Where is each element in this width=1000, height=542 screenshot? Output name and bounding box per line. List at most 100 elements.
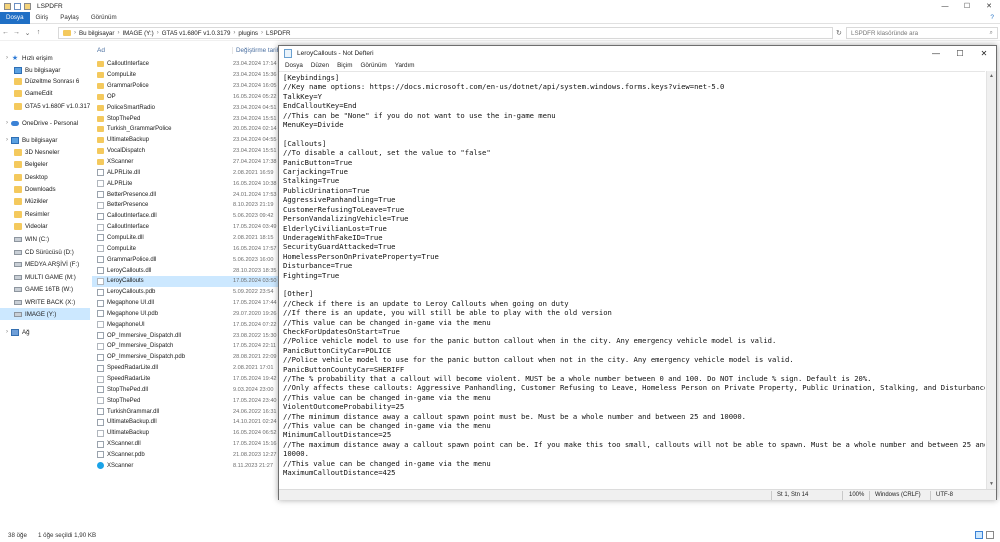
close-button[interactable]: ✕ xyxy=(978,0,1000,12)
sidebar-item[interactable]: GameEdit xyxy=(0,87,53,99)
breadcrumb-item[interactable]: plugins xyxy=(238,30,258,37)
file-row[interactable]: BetterPresence.dll 24.01.2024 17:53 xyxy=(92,189,282,200)
file-row[interactable]: OP_Immersive_Dispatch 17.05.2024 22:11 xyxy=(92,341,282,352)
file-row[interactable]: Megaphone UI.pdb 29.07.2020 19:26 xyxy=(92,309,282,320)
sidebar-item[interactable]: › ★ Hızlı erişim xyxy=(0,52,53,64)
file-row[interactable]: XScanner 27.04.2024 17:38 xyxy=(92,157,282,168)
search-input[interactable]: LSPDFR klasöründe ara ⌕ xyxy=(846,27,998,39)
file-row[interactable]: XScanner 8.11.2023 21:27 xyxy=(92,460,282,471)
file-row[interactable]: ALPRLite 16.05.2024 10:38 xyxy=(92,178,282,189)
sidebar-item[interactable]: Belgeler xyxy=(0,158,48,170)
sidebar-item[interactable]: › OneDrive - Personal xyxy=(0,117,78,129)
file-row[interactable]: MegaphoneUI 17.05.2024 07:22 xyxy=(92,319,282,330)
sidebar-item[interactable]: › Bu bilgisayar xyxy=(0,134,57,146)
file-row[interactable]: PoliceSmartRadio 23.04.2024 04:51 xyxy=(92,102,282,113)
file-row[interactable]: GrammarPolice 23.04.2024 16:05 xyxy=(92,81,282,92)
column-name[interactable]: Ad xyxy=(97,47,105,54)
file-row[interactable]: SpeedRadarLite.dll 2.08.2021 17:01 xyxy=(92,363,282,374)
sidebar-item[interactable]: Müzikler xyxy=(0,195,48,207)
sidebar-item[interactable]: GAME 16TB (W:) xyxy=(0,283,73,295)
recent-chevron-icon[interactable]: ⌄ xyxy=(22,29,33,37)
sidebar-item[interactable]: MULTI GAME (M:) xyxy=(0,271,76,283)
sidebar-item[interactable]: › Ağ xyxy=(0,326,30,338)
menu-view[interactable]: Görünüm xyxy=(356,62,390,69)
file-row[interactable]: LeroyCallouts.pdb 5.09.2022 23:54 xyxy=(92,287,282,298)
sidebar-item[interactable]: CD Sürücüsü (D:) xyxy=(0,246,74,258)
breadcrumb-item[interactable]: IMAGE (Y:) xyxy=(122,30,153,37)
file-row[interactable]: UltimateBackup.dll 14.10.2021 02:24 xyxy=(92,417,282,428)
maximize-button[interactable]: ☐ xyxy=(956,0,978,12)
tab-file[interactable]: Dosya xyxy=(0,11,30,24)
up-arrow-icon[interactable]: ↑ xyxy=(33,29,44,36)
file-row[interactable]: OP_Immersive_Dispatch.pdb 28.08.2021 22:0… xyxy=(92,352,282,363)
tab-view[interactable]: Görünüm xyxy=(85,12,123,24)
properties-icon[interactable] xyxy=(14,2,21,10)
sidebar-item[interactable]: Videolar xyxy=(0,220,48,232)
menu-file[interactable]: Dosya xyxy=(281,62,307,69)
file-row[interactable]: GrammarPolice.dll 5.06.2023 16:00 xyxy=(92,254,282,265)
back-arrow-icon[interactable]: ← xyxy=(0,29,11,36)
address-bar[interactable]: › Bu bilgisayar › IMAGE (Y:) › GTA5 v1.6… xyxy=(58,27,833,39)
large-icons-view-icon[interactable] xyxy=(986,531,994,539)
notepad-text-area[interactable]: [Keybindings] //Key name options: https:… xyxy=(279,71,985,489)
details-view-icon[interactable] xyxy=(975,531,983,539)
file-row[interactable]: SpeedRadarLite 17.05.2024 19:42 xyxy=(92,374,282,385)
file-row[interactable]: Turkish_GrammarPolice 20.05.2024 02:14 xyxy=(92,124,282,135)
file-row[interactable]: OP 16.05.2024 05:22 xyxy=(92,92,282,103)
file-row[interactable]: CalloutInterface.dll 5.06.2023 09:42 xyxy=(92,211,282,222)
expand-chevron-icon[interactable]: › xyxy=(3,329,11,335)
file-row[interactable]: LeroyCallouts 17.05.2024 03:50 xyxy=(92,276,282,287)
sidebar-item[interactable]: Resimler xyxy=(0,208,49,220)
file-row[interactable]: CalloutInterface 17.05.2024 03:49 xyxy=(92,222,282,233)
refresh-icon[interactable]: ↻ xyxy=(836,27,845,39)
file-row[interactable]: VocalDispatch 23.04.2024 15:51 xyxy=(92,146,282,157)
file-row[interactable]: XScanner.dll 17.05.2024 15:16 xyxy=(92,439,282,450)
file-row[interactable]: LeroyCallouts.dll 28.10.2023 18:35 xyxy=(92,265,282,276)
file-row[interactable]: StopThePed 17.05.2024 23:40 xyxy=(92,395,282,406)
file-row[interactable]: CalloutInterface 23.04.2024 17:14 xyxy=(92,59,282,70)
file-row[interactable]: StopThePed.dll 9.03.2024 23:00 xyxy=(92,385,282,396)
help-icon[interactable]: ? xyxy=(990,14,994,21)
file-row[interactable]: Megaphone UI.dll 17.05.2024 17:44 xyxy=(92,298,282,309)
file-row[interactable]: CompuLite 23.04.2024 15:36 xyxy=(92,70,282,81)
sidebar-item[interactable]: Düzeltme Sonrası 6 xyxy=(0,75,79,87)
menu-edit[interactable]: Düzen xyxy=(307,62,333,69)
file-row[interactable]: UltimateBackup 23.04.2024 04:55 xyxy=(92,135,282,146)
expand-chevron-icon[interactable]: › xyxy=(3,55,11,61)
sidebar-item[interactable]: Desktop xyxy=(0,171,48,183)
breadcrumb-item[interactable]: LSPDFR xyxy=(266,30,290,37)
file-row[interactable]: StopThePed 23.04.2024 15:51 xyxy=(92,113,282,124)
file-row[interactable]: OP_Immersive_Dispatch.dll 23.08.2022 15:3… xyxy=(92,330,282,341)
file-row[interactable]: TurkishGrammar.dll 24.06.2022 16:31 xyxy=(92,406,282,417)
column-date-modified[interactable]: Değiştirme tarihi xyxy=(232,46,282,54)
sidebar-item[interactable]: WRITE BACK (X:) xyxy=(0,296,75,308)
menu-help[interactable]: Yardım xyxy=(391,62,419,69)
file-row[interactable]: ALPRLite.dll 2.08.2021 16:59 xyxy=(92,168,282,179)
file-row[interactable]: CompuLite.dll 2.08.2021 18:15 xyxy=(92,233,282,244)
scroll-down-icon[interactable]: ▼ xyxy=(989,481,994,487)
file-row[interactable]: XScanner.pdb 21.08.2023 12:27 xyxy=(92,450,282,461)
new-folder-icon[interactable] xyxy=(24,2,31,10)
tab-home[interactable]: Giriş xyxy=(30,12,55,24)
forward-arrow-icon[interactable]: → xyxy=(11,29,22,36)
breadcrumb-item[interactable]: GTA5 v1.680F v1.0.3179 xyxy=(162,30,231,37)
file-row[interactable]: CompuLite 16.05.2024 17:57 xyxy=(92,243,282,254)
expand-chevron-icon[interactable]: › xyxy=(3,137,11,143)
sidebar-item[interactable]: WIN (C:) xyxy=(0,233,49,245)
sidebar-item[interactable]: IMAGE (Y:) xyxy=(0,308,90,320)
notepad-maximize-button[interactable]: ☐ xyxy=(948,46,972,60)
expand-chevron-icon[interactable]: › xyxy=(3,120,11,126)
sidebar-item[interactable]: GTA5 v1.680F v1.0.317 xyxy=(0,100,90,112)
sidebar-item[interactable]: Downloads xyxy=(0,183,56,195)
notepad-close-button[interactable]: ✕ xyxy=(972,46,996,60)
breadcrumb-item[interactable]: Bu bilgisayar xyxy=(79,30,114,37)
file-row[interactable]: BetterPresence 8.10.2023 21:19 xyxy=(92,200,282,211)
sidebar-item[interactable]: MEDYA ARŞİVİ (F:) xyxy=(0,258,79,270)
vertical-scrollbar[interactable]: ▲ ▼ xyxy=(986,71,996,489)
menu-format[interactable]: Biçim xyxy=(333,62,356,69)
notepad-minimize-button[interactable]: — xyxy=(924,46,948,60)
tab-share[interactable]: Paylaş xyxy=(54,12,85,24)
minimize-button[interactable]: — xyxy=(934,0,956,12)
scroll-up-icon[interactable]: ▲ xyxy=(989,73,994,79)
sidebar-item[interactable]: 3D Nesneler xyxy=(0,146,59,158)
